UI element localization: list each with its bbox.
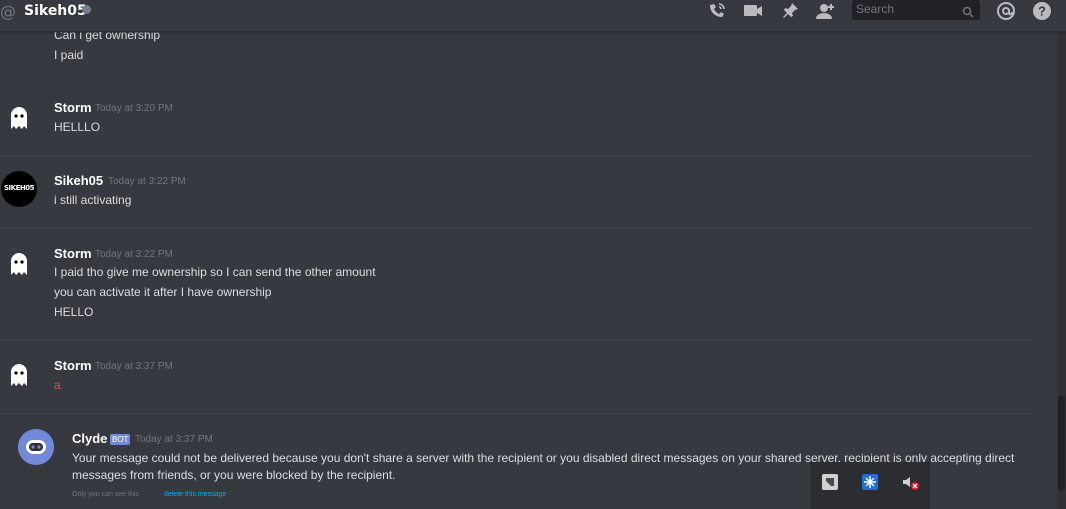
message-line: I paid tho give me ownership so I can se… bbox=[54, 265, 376, 279]
message-author[interactable]: Clyde bbox=[72, 431, 107, 446]
message-divider bbox=[0, 340, 1036, 341]
status-indicator bbox=[82, 5, 91, 14]
message-list[interactable]: Can i get ownership I paid Storm Today a… bbox=[0, 31, 1057, 509]
message-line: Can i get ownership bbox=[54, 31, 161, 42]
search-input[interactable]: Search bbox=[852, 0, 980, 20]
at-icon: @ bbox=[0, 2, 16, 21]
snowflake-icon[interactable] bbox=[860, 472, 880, 492]
ephemeral-notice: Only you can see this bbox=[72, 491, 139, 498]
video-icon[interactable] bbox=[742, 1, 764, 21]
message-timestamp: Today at 3:20 PM bbox=[95, 103, 173, 114]
avatar[interactable] bbox=[1, 99, 37, 135]
message-timestamp: Today at 3:22 PM bbox=[95, 249, 173, 260]
avatar[interactable]: SIKEH05 bbox=[1, 171, 37, 207]
message-line: HELLO bbox=[54, 305, 94, 319]
message-line-failed: a bbox=[54, 378, 61, 392]
delete-message-link[interactable]: delete this message bbox=[164, 491, 226, 498]
message-timestamp: Today at 3:22 PM bbox=[108, 176, 186, 187]
phone-call-icon[interactable] bbox=[706, 1, 728, 21]
speaker-muted-icon[interactable] bbox=[900, 472, 920, 492]
search-icon bbox=[962, 3, 974, 22]
message-line: i still activating bbox=[54, 193, 132, 207]
message-author[interactable]: Storm bbox=[54, 246, 92, 261]
avatar[interactable] bbox=[1, 356, 37, 392]
system-tray bbox=[810, 462, 930, 509]
avatar[interactable] bbox=[18, 429, 54, 465]
message-line: HELLLO bbox=[54, 120, 101, 134]
message-author[interactable]: Storm bbox=[54, 100, 92, 115]
avatar[interactable] bbox=[1, 245, 37, 281]
svg-text:?: ? bbox=[1038, 4, 1046, 19]
screenshot-tool-icon[interactable] bbox=[820, 472, 840, 492]
add-friend-icon[interactable] bbox=[815, 1, 837, 21]
bot-badge: BOT bbox=[110, 434, 131, 445]
message-divider bbox=[0, 413, 1036, 414]
message-timestamp: Today at 3:37 PM bbox=[95, 361, 173, 372]
message-line: you can activate it after I have ownersh… bbox=[54, 285, 272, 299]
message-line: I paid bbox=[54, 48, 84, 62]
message-divider bbox=[0, 228, 1036, 229]
channel-header: @ Sikeh05 Search ? bbox=[0, 0, 1066, 32]
pin-icon[interactable] bbox=[780, 1, 802, 21]
channel-title: Sikeh05 bbox=[24, 3, 87, 19]
message-author[interactable]: Sikeh05 bbox=[54, 173, 103, 188]
message-author[interactable]: Storm bbox=[54, 358, 92, 373]
avatar-text: SIKEH05 bbox=[4, 184, 34, 192]
message-timestamp: Today at 3:37 PM bbox=[135, 434, 213, 445]
message-divider bbox=[0, 155, 1036, 156]
help-icon[interactable]: ? bbox=[1031, 1, 1053, 21]
mention-icon[interactable] bbox=[995, 1, 1017, 21]
scrollbar-thumb[interactable] bbox=[1058, 395, 1065, 491]
search-placeholder: Search bbox=[856, 2, 895, 16]
